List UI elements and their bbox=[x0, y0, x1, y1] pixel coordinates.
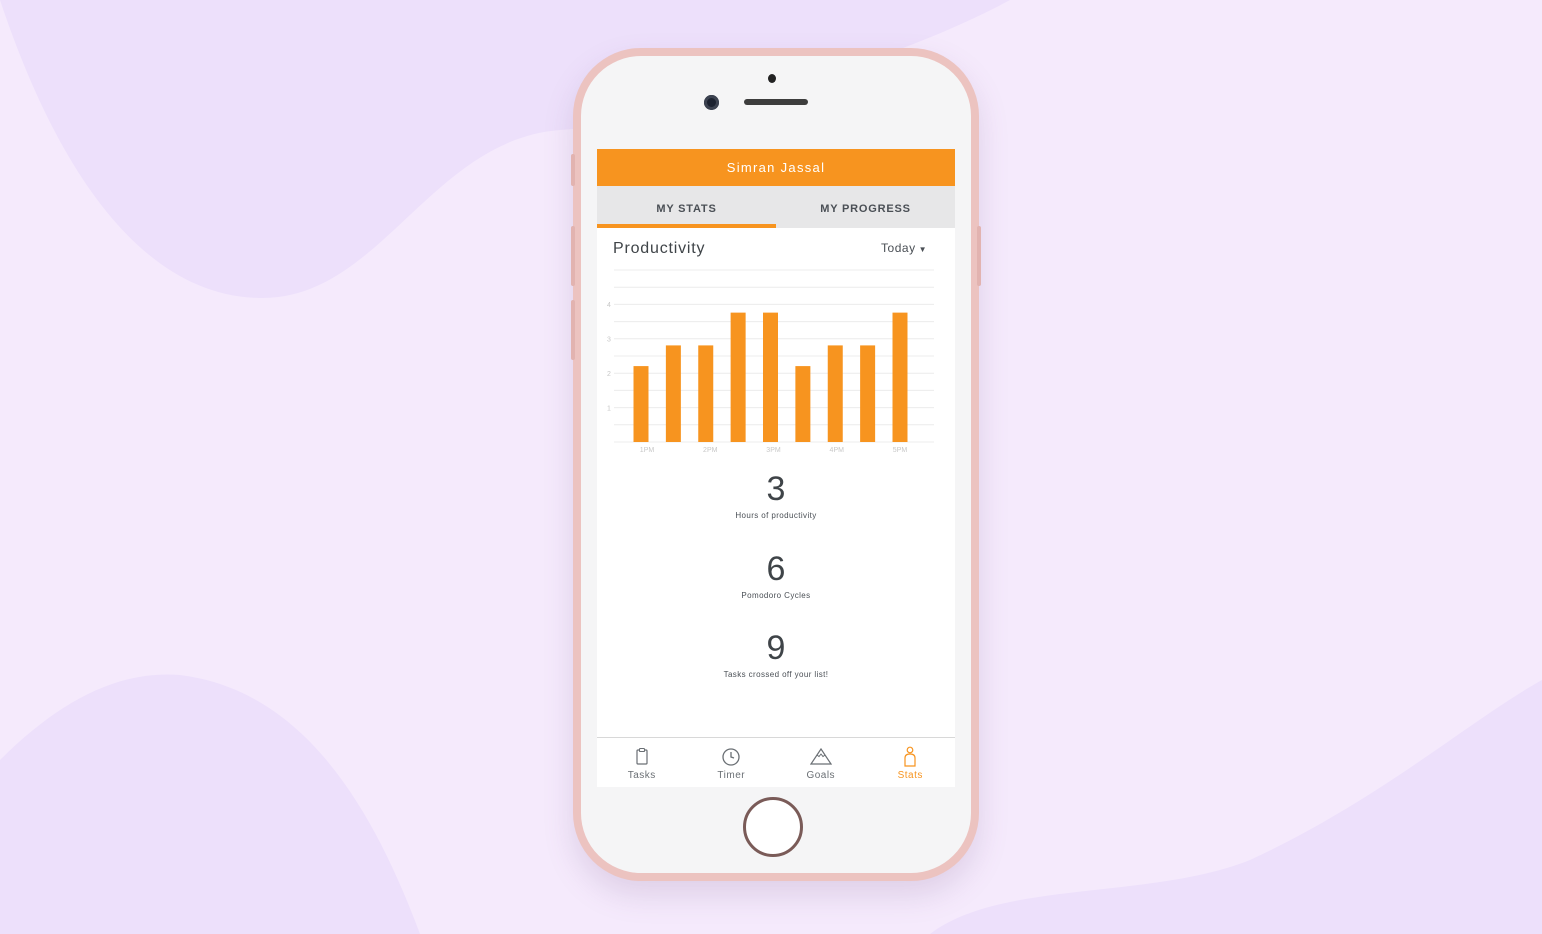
y-tick-label: 2 bbox=[607, 371, 611, 378]
phone-volume-up bbox=[571, 226, 575, 286]
nav-stats[interactable]: Stats bbox=[866, 738, 956, 787]
mountain-icon bbox=[809, 747, 832, 765]
bar bbox=[730, 312, 746, 442]
nav-label: Tasks bbox=[627, 770, 656, 781]
stat-value: 9 bbox=[766, 629, 786, 667]
y-tick-label: 3 bbox=[607, 337, 611, 344]
bar-chart: 1 2 3 4 1PM 2PM 3PM 4PM 5PM bbox=[607, 269, 934, 454]
y-tick-label: 1 bbox=[607, 406, 611, 413]
stat-label: Hours of productivity bbox=[735, 511, 817, 520]
home-button[interactable] bbox=[743, 797, 803, 857]
person-icon bbox=[904, 746, 916, 767]
proximity-sensor bbox=[768, 74, 776, 83]
stat-label: Pomodoro Cycles bbox=[741, 591, 811, 600]
productivity-header: Productivity Today ▼ bbox=[597, 228, 955, 268]
nav-label: Stats bbox=[897, 770, 923, 781]
bar bbox=[665, 345, 681, 442]
bar bbox=[633, 366, 649, 442]
nav-label: Timer bbox=[717, 770, 746, 781]
productivity-chart: 1 2 3 4 1PM 2PM 3PM 4PM 5PM bbox=[597, 268, 955, 458]
x-tick-label: 4PM bbox=[830, 447, 845, 454]
clipboard-icon bbox=[636, 747, 648, 765]
stat-pomodoro: 6 Pomodoro Cycles bbox=[597, 549, 955, 600]
section-title: Productivity bbox=[613, 240, 706, 257]
bottom-nav: Tasks Timer Goals Stats bbox=[597, 737, 955, 787]
user-name: Simran Jassal bbox=[726, 160, 826, 175]
tab-bar: MY STATS MY PROGRESS bbox=[597, 186, 955, 228]
stat-label: Tasks crossed off your list! bbox=[723, 670, 829, 679]
nav-timer[interactable]: Timer bbox=[687, 738, 777, 787]
tab-my-progress[interactable]: MY PROGRESS bbox=[776, 186, 955, 228]
tab-my-stats[interactable]: MY STATS bbox=[597, 186, 776, 228]
x-tick-label: 2PM bbox=[703, 447, 718, 454]
stat-tasks: 9 Tasks crossed off your list! bbox=[597, 628, 955, 679]
bar bbox=[860, 345, 876, 442]
x-tick-label: 1PM bbox=[640, 447, 655, 454]
caret-down-icon: ▼ bbox=[918, 245, 927, 254]
bar bbox=[763, 312, 778, 442]
stat-hours: 3 Hours of productivity bbox=[597, 469, 955, 520]
app-header: Simran Jassal bbox=[597, 149, 955, 186]
bar bbox=[698, 345, 714, 442]
bar bbox=[827, 345, 843, 442]
range-label: Today bbox=[881, 241, 916, 255]
bar bbox=[892, 312, 908, 442]
phone-volume-down bbox=[571, 300, 575, 360]
phone-mute-switch bbox=[571, 154, 575, 186]
x-tick-label: 3PM bbox=[766, 447, 781, 454]
front-camera bbox=[704, 95, 719, 110]
nav-goals[interactable]: Goals bbox=[776, 738, 866, 787]
phone-power-button bbox=[977, 226, 981, 286]
x-tick-label: 5PM bbox=[893, 447, 908, 454]
nav-label: Goals bbox=[806, 770, 836, 781]
y-tick-label: 4 bbox=[607, 302, 611, 309]
stat-value: 3 bbox=[766, 470, 786, 508]
nav-tasks[interactable]: Tasks bbox=[597, 738, 687, 787]
stat-value: 6 bbox=[766, 550, 786, 588]
app-screen: Simran Jassal MY STATS MY PROGRESS Produ… bbox=[597, 149, 955, 787]
bar bbox=[795, 366, 811, 442]
range-dropdown[interactable]: Today ▼ bbox=[881, 241, 927, 255]
earpiece-speaker bbox=[744, 99, 808, 105]
clock-icon bbox=[722, 748, 740, 766]
